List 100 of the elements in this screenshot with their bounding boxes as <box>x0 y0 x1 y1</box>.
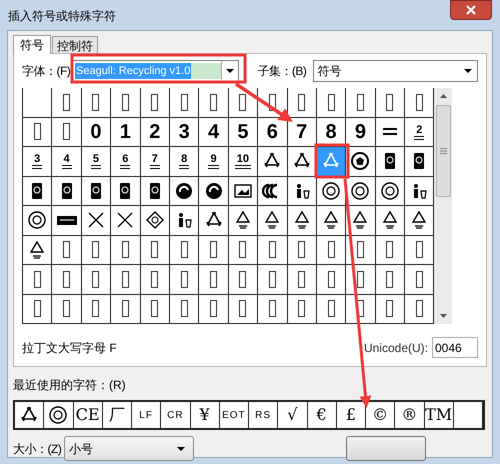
glyph-cell[interactable] <box>52 206 82 236</box>
glyph-cell[interactable] <box>82 265 112 294</box>
glyph-cell[interactable] <box>111 206 141 236</box>
glyph-cell[interactable]: 5 <box>228 118 258 147</box>
glyph-cell[interactable] <box>288 236 317 265</box>
glyph-cell[interactable] <box>199 294 229 324</box>
glyph-cell[interactable] <box>228 176 258 206</box>
glyph-cell[interactable] <box>405 265 434 294</box>
glyph-cell[interactable] <box>140 206 170 236</box>
glyph-cell[interactable] <box>405 206 434 236</box>
glyph-cell[interactable] <box>405 147 434 176</box>
glyph-cell[interactable] <box>23 176 52 206</box>
glyph-cell[interactable] <box>82 236 112 265</box>
glyph-cell[interactable] <box>111 294 141 324</box>
glyph-cell[interactable] <box>258 147 288 176</box>
glyph-cell[interactable] <box>140 88 170 118</box>
glyph-cell[interactable]: 9 <box>346 118 376 147</box>
tab[interactable]: 符号 <box>13 35 51 54</box>
glyph-cell[interactable] <box>111 176 141 206</box>
recent-character[interactable]: EOT <box>220 402 249 428</box>
glyph-cell[interactable] <box>170 176 200 206</box>
glyph-cell[interactable]: 7 <box>288 118 317 147</box>
glyph-cell[interactable] <box>288 147 317 176</box>
glyph-cell[interactable] <box>199 265 229 294</box>
glyph-cell[interactable] <box>288 176 317 206</box>
subset-combobox[interactable]: 符号 <box>313 60 478 82</box>
glyph-cell[interactable] <box>316 88 346 118</box>
glyph-cell[interactable] <box>52 265 82 294</box>
glyph-cell[interactable]: 3 <box>23 147 52 176</box>
glyph-cell[interactable] <box>52 88 82 118</box>
glyph-cell[interactable] <box>258 236 288 265</box>
glyph-cell[interactable] <box>258 206 288 236</box>
dialog-button[interactable] <box>346 436 426 461</box>
glyph-cell[interactable] <box>170 88 200 118</box>
glyph-cell[interactable]: 10 <box>228 147 258 176</box>
glyph-cell[interactable] <box>140 294 170 324</box>
glyph-cell[interactable]: 2 <box>140 118 170 147</box>
glyph-cell[interactable] <box>376 118 406 147</box>
glyph-cell[interactable] <box>288 294 317 324</box>
glyph-cell[interactable] <box>288 88 317 118</box>
glyph-cell[interactable] <box>140 236 170 265</box>
glyph-cell[interactable] <box>170 236 200 265</box>
glyph-cell[interactable] <box>111 236 141 265</box>
glyph-cell[interactable] <box>52 118 82 147</box>
glyph-cell[interactable] <box>376 88 406 118</box>
glyph-cell[interactable] <box>170 294 200 324</box>
glyph-cell[interactable] <box>288 206 317 236</box>
glyph-cell[interactable] <box>111 88 141 118</box>
glyph-cell[interactable]: 6 <box>111 147 141 176</box>
glyph-cell[interactable] <box>405 294 434 324</box>
glyph-cell[interactable]: 6 <box>258 118 288 147</box>
glyph-cell[interactable] <box>23 118 52 147</box>
glyph-cell[interactable]: 9 <box>199 147 229 176</box>
glyph-cell[interactable] <box>199 176 229 206</box>
glyph-cell[interactable] <box>258 176 288 206</box>
glyph-cell[interactable] <box>346 88 376 118</box>
glyph-cell[interactable] <box>170 265 200 294</box>
glyph-cell[interactable] <box>405 88 434 118</box>
scrollbar-thumb[interactable] <box>436 105 451 197</box>
glyph-cell[interactable] <box>23 88 52 118</box>
glyph-cell[interactable]: 7 <box>140 147 170 176</box>
glyph-cell[interactable] <box>52 236 82 265</box>
glyph-cell[interactable]: 4 <box>52 147 82 176</box>
glyph-cell[interactable] <box>376 176 406 206</box>
glyph-cell[interactable]: 1 <box>111 118 141 147</box>
glyph-cell[interactable] <box>376 265 406 294</box>
glyph-cell[interactable] <box>228 265 258 294</box>
unicode-field[interactable]: 0046 <box>432 337 478 358</box>
glyph-cell[interactable]: 3 <box>170 118 200 147</box>
glyph-cell[interactable] <box>258 294 288 324</box>
glyph-cell[interactable] <box>376 206 406 236</box>
glyph-cell[interactable] <box>316 206 346 236</box>
glyph-cell[interactable] <box>82 176 112 206</box>
glyph-cell[interactable] <box>228 236 258 265</box>
glyph-cell[interactable] <box>140 265 170 294</box>
glyph-cell[interactable] <box>52 176 82 206</box>
glyph-cell[interactable] <box>23 265 52 294</box>
glyph-cell[interactable] <box>52 294 82 324</box>
glyph-cell[interactable] <box>258 265 288 294</box>
size-combobox[interactable]: 小号 <box>64 436 194 461</box>
tab[interactable]: 控制符 <box>52 36 98 53</box>
glyph-cell[interactable] <box>199 236 229 265</box>
glyph-cell[interactable] <box>316 294 346 324</box>
glyph-cell[interactable] <box>170 206 200 236</box>
glyph-cell[interactable] <box>316 265 346 294</box>
glyph-cell[interactable] <box>23 206 52 236</box>
glyph-cell[interactable] <box>82 294 112 324</box>
glyph-cell[interactable] <box>376 294 406 324</box>
scrollbar[interactable] <box>434 88 452 324</box>
glyph-cell[interactable] <box>23 236 52 265</box>
recent-character[interactable]: CE <box>74 402 103 428</box>
glyph-cell[interactable]: 2 <box>405 118 434 147</box>
glyph-cell[interactable] <box>316 236 346 265</box>
glyph-cell[interactable] <box>199 88 229 118</box>
glyph-cell[interactable] <box>111 265 141 294</box>
recent-character[interactable]: TM <box>424 402 454 428</box>
glyph-cell[interactable]: 8 <box>170 147 200 176</box>
glyph-cell[interactable] <box>405 236 434 265</box>
glyph-cell[interactable] <box>376 236 406 265</box>
glyph-cell[interactable] <box>346 206 376 236</box>
